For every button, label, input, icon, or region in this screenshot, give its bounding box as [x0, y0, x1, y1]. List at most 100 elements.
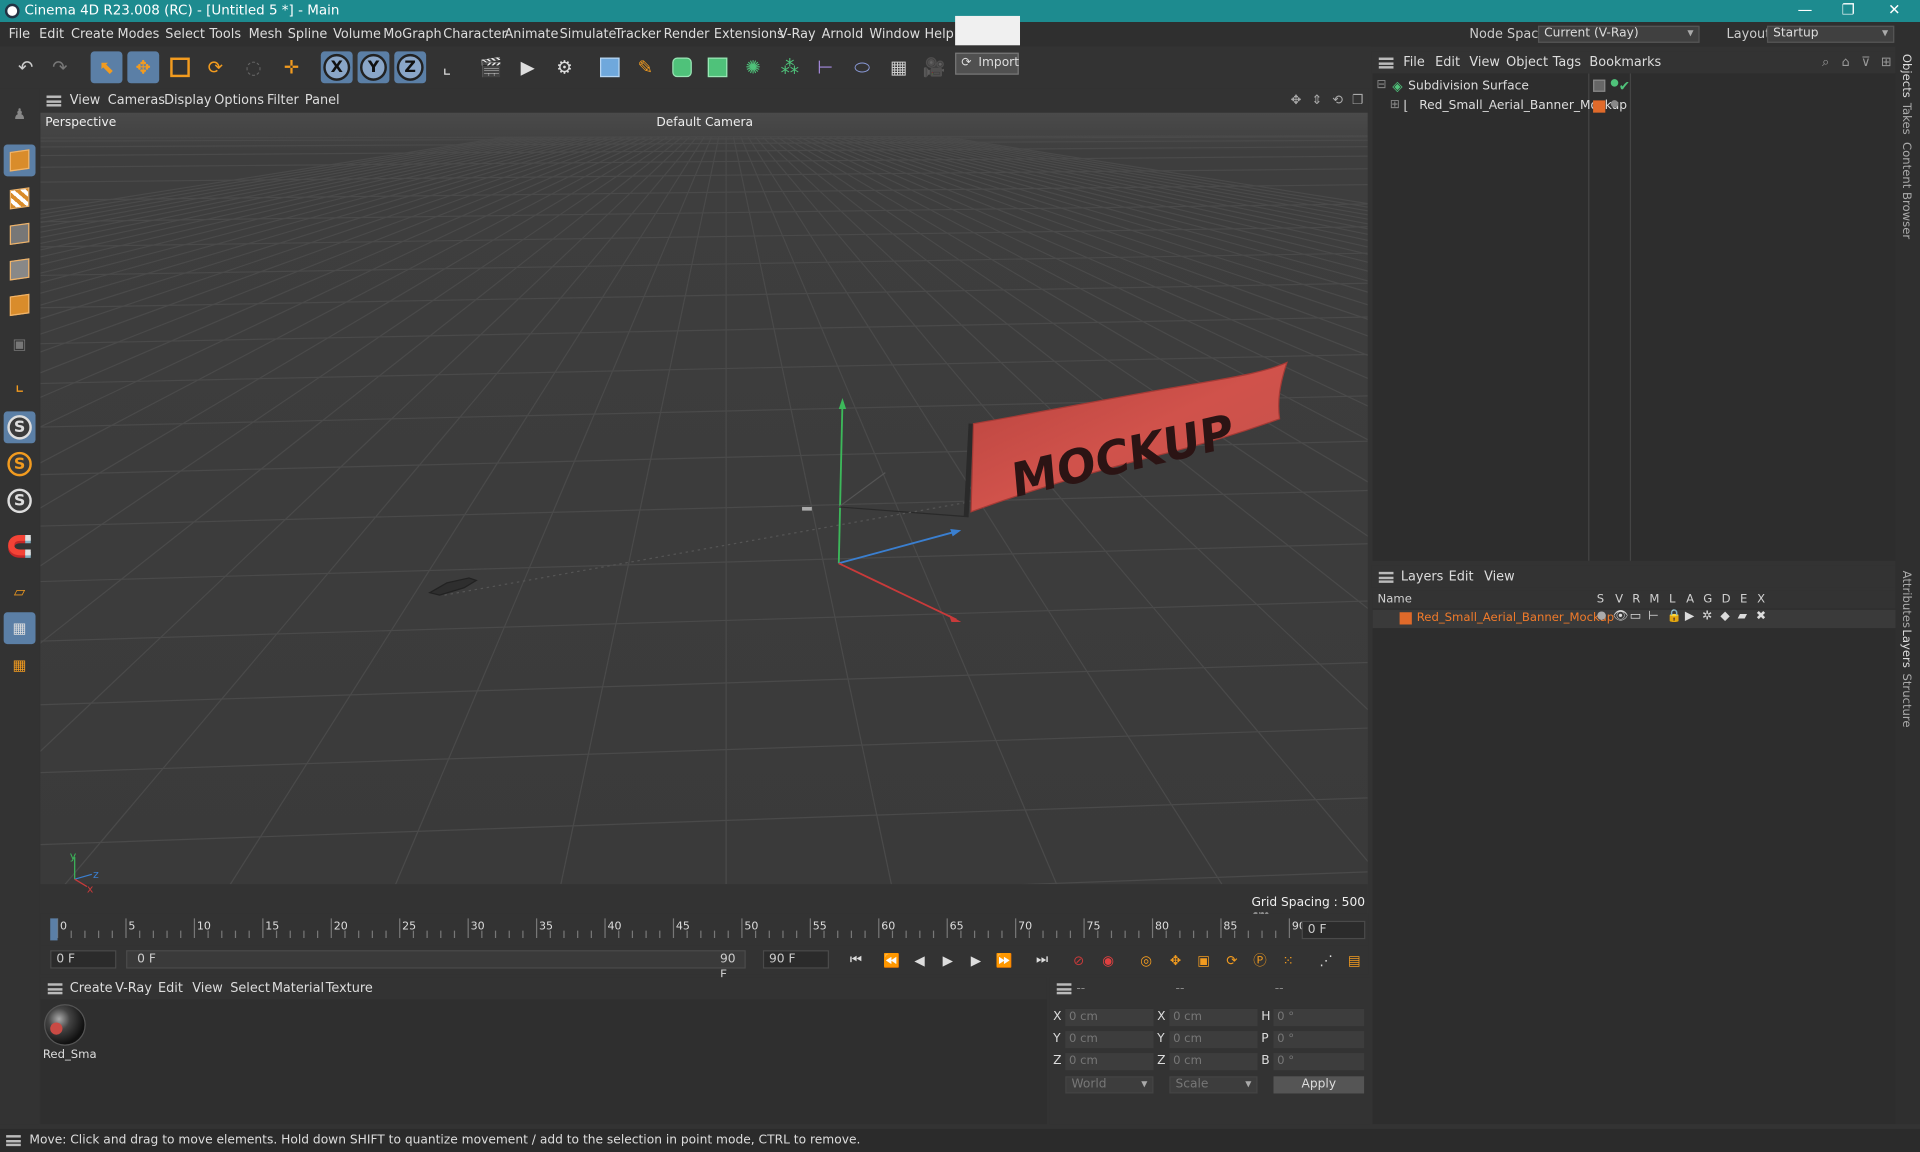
mograph-cloner-icon[interactable]: ⁂ — [774, 51, 806, 83]
layer-col-r[interactable]: R — [1632, 593, 1640, 606]
redo-icon[interactable]: ↷ — [44, 51, 76, 83]
status-hamburger-icon[interactable] — [6, 1135, 21, 1147]
subdivision-surface-icon[interactable] — [666, 51, 698, 83]
layer-col-d[interactable]: D — [1722, 593, 1731, 606]
node-space-dropdown[interactable]: Current (V-Ray) — [1537, 25, 1700, 43]
layer-col-name[interactable]: Name — [1378, 593, 1412, 606]
camera-icon[interactable]: 🎥 — [918, 51, 950, 83]
enabled-check-icon[interactable]: ✔ — [1619, 78, 1630, 94]
object-name[interactable]: Subdivision Surface — [1408, 80, 1529, 93]
workplane-icon[interactable]: ⌞ — [4, 367, 36, 399]
tab-content-browser[interactable]: Content Browser — [1899, 142, 1912, 239]
layer-name[interactable]: Red_Small_Aerial_Banner_Mockup — [1417, 611, 1614, 624]
tab-takes[interactable]: Takes — [1899, 103, 1912, 135]
layer-color-swatch[interactable] — [1593, 100, 1606, 113]
layer-col-e[interactable]: E — [1740, 593, 1747, 606]
scale-tool-icon[interactable] — [164, 51, 196, 83]
cube-primitive-icon[interactable] — [594, 51, 626, 83]
viewport-menu-cameras[interactable]: Cameras — [108, 93, 165, 108]
layer-menu-edit[interactable]: Edit — [1449, 569, 1474, 584]
key-pla-icon[interactable]: ⁙ — [1277, 950, 1299, 970]
object-filter-icon[interactable]: ⊽ — [1861, 55, 1870, 70]
layer-hamburger-icon[interactable] — [1378, 571, 1394, 583]
floor-icon[interactable]: ▦ — [883, 51, 915, 83]
coordinate-system-icon[interactable]: ⌞ — [431, 51, 463, 83]
material-menu-create[interactable]: Create — [70, 981, 113, 996]
viewport-menu-options[interactable]: Options — [214, 93, 264, 108]
menu-mograph[interactable]: MoGraph — [383, 27, 441, 42]
layer-render-icon[interactable]: ▭ — [1630, 610, 1642, 623]
layer-generator-icon[interactable]: ✲ — [1702, 610, 1712, 623]
size-x-field[interactable]: 0 cm — [1169, 1008, 1258, 1027]
polygons-mode-icon[interactable] — [4, 289, 36, 321]
tab-layers[interactable]: Layers — [1899, 629, 1912, 667]
timeline-ruler[interactable]: 0 5 10 15 20 25 30 35 40 45 50 55 60 65 70 75 80 85 90 0 F — [40, 913, 1369, 946]
add-tool-icon[interactable]: ✛ — [276, 51, 308, 83]
subdivision-editor-toggle[interactable] — [1593, 79, 1606, 92]
start-frame-field[interactable]: 0 F — [50, 950, 117, 969]
import-button[interactable]: ⟳ Import — [955, 52, 1019, 75]
layer-lock-icon[interactable]: 🔒 — [1667, 610, 1682, 623]
render-to-picture-viewer-icon[interactable]: ▶ — [512, 51, 544, 83]
menu-edit[interactable]: Edit — [39, 27, 64, 42]
camera-name[interactable]: Default Camera — [656, 116, 753, 129]
previous-key-icon[interactable]: ⏪ — [880, 950, 902, 970]
menu-simulate[interactable]: Simulate — [560, 27, 617, 42]
menu-window[interactable]: Window — [869, 27, 920, 42]
tab-structure[interactable]: Structure — [1899, 673, 1912, 727]
next-key-icon[interactable]: ⏩ — [993, 950, 1015, 970]
tab-objects[interactable]: Objects — [1899, 54, 1912, 98]
menu-extensions[interactable]: Extensions — [714, 27, 784, 42]
close-button[interactable]: ✕ — [1888, 1, 1900, 18]
uv-mode-icon[interactable]: ▣ — [4, 328, 36, 360]
layer-manager-icon[interactable]: ⊢ — [1648, 610, 1659, 623]
visibility-dots[interactable]: ● — [1610, 98, 1619, 109]
layer-col-m[interactable]: M — [1649, 593, 1659, 606]
material-menu-vray[interactable]: V-Ray — [115, 981, 152, 996]
viewport-menu-view[interactable]: View — [70, 93, 101, 108]
material-thumbnail[interactable] — [44, 1004, 86, 1046]
object-menu-file[interactable]: File — [1403, 55, 1425, 70]
go-to-start-icon[interactable]: ⏮ — [845, 950, 867, 970]
viewport-perspective[interactable]: MOCKUP y z x Perspective Default Camera … — [40, 112, 1368, 914]
menu-vray[interactable]: V-Ray — [779, 27, 816, 42]
viewport-hamburger-icon[interactable] — [46, 95, 62, 107]
viewport-menu-panel[interactable]: Panel — [305, 93, 340, 108]
apply-button[interactable]: Apply — [1273, 1076, 1365, 1094]
make-editable-icon[interactable]: ♟ — [4, 98, 36, 130]
record-icon[interactable]: ⊘ — [1068, 950, 1090, 970]
menu-select[interactable]: Select — [165, 27, 205, 42]
menu-modes[interactable]: Modes — [118, 27, 160, 42]
points-mode-icon[interactable] — [4, 218, 36, 250]
layer-col-v[interactable]: V — [1615, 593, 1623, 606]
expand-icon[interactable]: ⊞ — [1390, 98, 1400, 111]
y-axis-lock-button[interactable]: Y — [357, 51, 390, 84]
coordinate-system-dropdown[interactable]: World — [1065, 1076, 1154, 1094]
position-z-field[interactable]: 0 cm — [1065, 1053, 1154, 1071]
object-new-window-icon[interactable]: ⊞ — [1881, 55, 1892, 70]
previous-frame-icon[interactable]: ◀ — [909, 950, 931, 970]
layer-row[interactable]: Red_Small_Aerial_Banner_Mockup ● 👁 ▭ ⊢ 🔒… — [1372, 609, 1896, 629]
menu-animate[interactable]: Animate — [504, 27, 558, 42]
menu-tracker[interactable]: Tracker — [615, 27, 661, 42]
rotate-tool-icon[interactable]: ⟳ — [200, 51, 232, 83]
layer-animation-icon[interactable]: ▶ — [1685, 610, 1694, 623]
object-hamburger-icon[interactable] — [1378, 57, 1394, 69]
viewport-zoom-icon[interactable]: ⇕ — [1311, 93, 1322, 108]
x-axis-lock-button[interactable]: X — [320, 51, 353, 84]
extrude-generator-icon[interactable] — [702, 51, 734, 83]
go-to-end-icon[interactable]: ⏭ — [1031, 950, 1053, 970]
size-z-field[interactable]: 0 cm — [1169, 1053, 1258, 1071]
layer-col-s[interactable]: S — [1597, 593, 1604, 606]
viewport-rotate-icon[interactable]: ⟲ — [1332, 93, 1343, 108]
material-menu-view[interactable]: View — [192, 981, 223, 996]
rotation-b-field[interactable]: 0 ° — [1273, 1053, 1365, 1071]
material-menu-texture[interactable]: Texture — [326, 981, 373, 996]
material-menu-material[interactable]: Material — [272, 981, 324, 996]
menu-tools[interactable]: Tools — [209, 27, 241, 42]
layer-solo-icon[interactable]: ● — [1597, 610, 1607, 622]
pen-spline-icon[interactable]: ✎ — [629, 51, 661, 83]
object-menu-edit[interactable]: Edit — [1435, 55, 1460, 70]
snap-icon[interactable]: S — [3, 411, 36, 444]
menu-volume[interactable]: Volume — [333, 27, 381, 42]
